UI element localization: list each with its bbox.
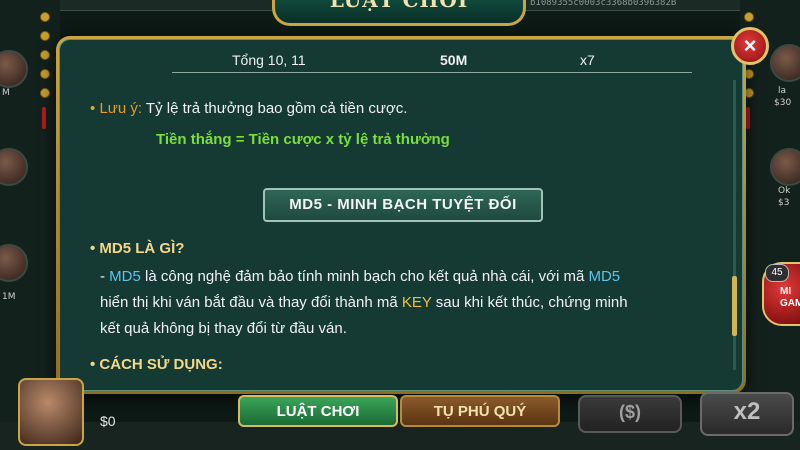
tab-jackpot[interactable]: TỤ PHÚ QUÝ xyxy=(400,395,560,427)
rules-content[interactable]: Tổng 10, 11 50M x7 • Lưu ý: Tỷ lệ trả th… xyxy=(60,40,728,390)
md5-line-2-text-end: sau khi kết thúc, chứng minh xyxy=(431,294,628,311)
tab-rules[interactable]: LUẬT CHƠI xyxy=(238,395,398,427)
md5-keyword: MD5 xyxy=(109,268,141,285)
side-player-name: M xyxy=(2,88,10,98)
side-player-avatar[interactable] xyxy=(0,50,28,88)
dialog-title: LUẬT CHƠI xyxy=(329,0,469,12)
side-player-avatar[interactable] xyxy=(770,148,800,186)
md5-line-1: - MD5 là công nghệ đảm bảo tính minh bạc… xyxy=(100,264,720,290)
note-line: • Lưu ý: Tỷ lệ trả thưởng bao gồm cả tiề… xyxy=(90,100,407,117)
payout-label: Tổng 10, 11 xyxy=(232,52,306,68)
rules-dialog: Tổng 10, 11 50M x7 • Lưu ý: Tỷ lệ trả th… xyxy=(56,36,746,394)
md5-line-2: hiển thị khi ván bắt đầu và thay đổi thà… xyxy=(100,290,720,316)
rules-dialog-body: Tổng 10, 11 50M x7 • Lưu ý: Tỷ lệ trả th… xyxy=(59,39,743,391)
side-player-value: 1M xyxy=(2,292,16,302)
player-balance: $0 xyxy=(100,413,116,429)
side-player-value: $3 xyxy=(778,198,790,208)
side-player-avatar[interactable] xyxy=(0,148,28,186)
usage-heading: • CÁCH SỬ DỤNG: xyxy=(90,356,223,373)
payout-multiplier: x7 xyxy=(580,52,595,68)
note-bullet: • xyxy=(90,100,96,117)
key-keyword: KEY xyxy=(401,294,432,311)
note-prefix: Lưu ý: xyxy=(99,100,142,117)
mini-game-badge: 45 xyxy=(765,264,789,282)
md5-line-3: kết quả không bị thay đổi từ đầu ván. xyxy=(100,320,347,337)
x2-button[interactable]: x2 xyxy=(700,392,794,436)
md5-line-2-text: hiển thị khi ván bắt đầu và thay đổi thà… xyxy=(100,294,402,311)
currency-button[interactable]: ($) xyxy=(578,395,682,433)
player-avatar[interactable] xyxy=(18,378,84,446)
payout-amount: 50M xyxy=(440,52,468,68)
payout-row: Tổng 10, 11 50M x7 xyxy=(172,52,692,73)
scrollbar-thumb[interactable] xyxy=(732,276,737,336)
md5-hash-text: b1089355c0003c3368b0396382B xyxy=(530,0,677,8)
md5-description: - MD5 là công nghệ đảm bảo tính minh bạc… xyxy=(100,264,720,342)
md5-line-1-text: là công nghệ đảm bảo tính minh bạch cho … xyxy=(140,268,589,285)
md5-line-1-dash: - xyxy=(100,268,110,285)
side-player-avatar[interactable] xyxy=(770,44,800,82)
close-button[interactable]: × xyxy=(731,27,769,65)
side-player-value: $30 xyxy=(774,98,792,108)
note-text: Tỷ lệ trả thưởng bao gồm cả tiền cược. xyxy=(145,100,408,117)
md5-section-button[interactable]: MD5 - MINH BẠCH TUYỆT ĐỐI xyxy=(263,188,543,222)
side-player-name: Ok xyxy=(778,186,791,196)
payout-formula: Tiền thắng = Tiền cược x tỷ lệ trả thưởn… xyxy=(156,131,450,148)
dialog-title-banner: LUẬT CHƠI xyxy=(272,0,526,26)
md5-keyword: MD5 xyxy=(588,268,621,285)
mini-game-label: MI GAM xyxy=(780,286,800,309)
side-player-name: la xyxy=(778,86,787,96)
gold-chain-left xyxy=(40,12,50,138)
md5-heading: • MD5 LÀ GÌ? xyxy=(90,240,185,257)
side-player-avatar[interactable] xyxy=(0,244,28,282)
